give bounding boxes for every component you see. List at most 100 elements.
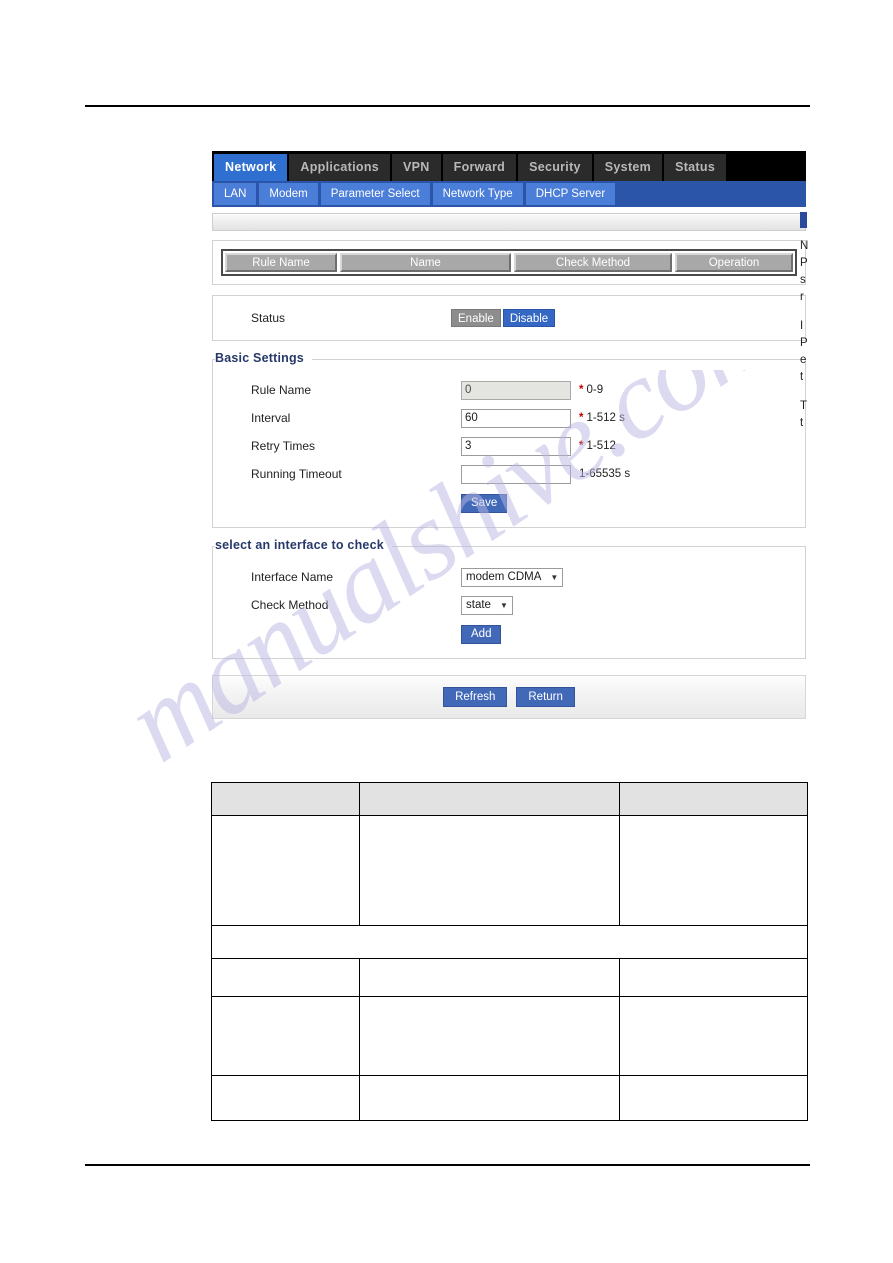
form-row-retry-times: Retry Times *1-512 xyxy=(213,432,805,460)
refresh-button[interactable]: Refresh xyxy=(443,687,508,707)
interval-label: Interval xyxy=(251,411,291,425)
rule-name-input[interactable] xyxy=(461,380,571,400)
check-method-label: Check Method xyxy=(251,598,329,612)
table-cell xyxy=(211,996,360,1076)
interface-name-select[interactable]: modem CDMA ▼ xyxy=(461,567,564,587)
main-tab-status[interactable]: Status xyxy=(664,154,727,181)
table-cell xyxy=(358,815,621,926)
retry-times-input[interactable] xyxy=(461,436,571,456)
main-tab-security[interactable]: Security xyxy=(518,154,592,181)
form-row-rule-name: Rule Name *0-9 xyxy=(213,376,805,404)
table-cell xyxy=(358,1075,621,1121)
status-panel: Status Enable Disable xyxy=(212,295,806,341)
table-cell xyxy=(619,996,808,1076)
table-cell xyxy=(211,1075,360,1121)
interval-hint-text: 1-512 s xyxy=(586,412,625,424)
table-cell xyxy=(358,996,621,1076)
page-rule-top xyxy=(85,105,810,107)
rules-header-rule-name[interactable]: Rule Name xyxy=(225,253,337,272)
table-row xyxy=(211,815,808,926)
sub-tab-lan[interactable]: LAN xyxy=(214,183,257,205)
sub-tab-dhcp-server[interactable]: DHCP Server xyxy=(525,183,616,205)
table-cell xyxy=(358,958,621,997)
basic-settings-section: Basic Settings Rule Name *0-9 Interval *… xyxy=(212,351,806,528)
required-asterisk: * xyxy=(579,440,584,452)
rules-header-check-method[interactable]: Check Method xyxy=(514,253,672,272)
sub-tab-network-type[interactable]: Network Type xyxy=(432,183,523,205)
rule-name-hint: * 0-9 xyxy=(579,384,603,396)
table-row xyxy=(211,925,808,959)
basic-settings-button-row: Save xyxy=(213,494,805,513)
interface-name-value: modem CDMA xyxy=(466,570,542,583)
rule-name-label: Rule Name xyxy=(251,383,312,397)
table-row xyxy=(211,958,808,997)
table-cell xyxy=(211,815,360,926)
check-method-select[interactable]: state ▼ xyxy=(461,595,513,615)
router-web-ui: Network Applications VPN Forward Security Sys… xyxy=(212,151,806,719)
form-row-interval: Interval *1-512 s xyxy=(213,404,805,432)
required-asterisk: * xyxy=(579,412,584,424)
help-column: N P s r I P e t T t xyxy=(800,212,893,444)
check-method-value: state xyxy=(466,598,491,611)
table-cell xyxy=(619,1075,808,1121)
interface-check-legend: select an interface to check xyxy=(215,538,392,552)
documentation-table xyxy=(211,782,808,1121)
retry-times-label: Retry Times xyxy=(251,439,316,453)
main-tab-vpn[interactable]: VPN xyxy=(392,154,441,181)
add-button[interactable]: Add xyxy=(461,625,502,644)
main-navigation: Network Applications VPN Forward Security Sys… xyxy=(212,151,806,181)
sub-tab-modem[interactable]: Modem xyxy=(259,183,318,205)
table-cell xyxy=(619,815,808,926)
interface-button-row: Add xyxy=(213,625,805,644)
save-button[interactable]: Save xyxy=(461,494,508,513)
footer-button-bar: Refresh Return xyxy=(212,675,806,719)
sub-navigation: LAN Modem Parameter Select Network Type DHCP… xyxy=(212,181,806,207)
help-paragraph: N P s r xyxy=(800,240,809,303)
chevron-down-icon: ▼ xyxy=(550,572,559,582)
form-row-running-timeout: Running Timeout 1-65535 s xyxy=(213,460,805,488)
rule-name-hint-text: 0-9 xyxy=(586,384,604,396)
main-tab-applications[interactable]: Applications xyxy=(289,154,391,181)
status-label: Status xyxy=(251,311,286,325)
status-disable-button[interactable]: Disable xyxy=(502,309,556,327)
required-asterisk: * xyxy=(579,384,584,396)
form-row-check-method: Check Method state ▼ xyxy=(213,591,805,619)
retry-times-hint-text: 1-512 xyxy=(586,440,616,452)
running-timeout-hint-text: 1-65535 s xyxy=(579,468,631,480)
chevron-down-icon: ▼ xyxy=(499,600,508,610)
table-cell xyxy=(211,925,808,959)
return-button[interactable]: Return xyxy=(516,687,575,707)
rules-header-name[interactable]: Name xyxy=(340,253,511,272)
help-accent-bar xyxy=(800,212,807,228)
table-row xyxy=(211,996,808,1076)
help-paragraph: T t xyxy=(800,400,808,429)
rules-table: Rule Name Name Check Method Operation xyxy=(221,249,797,276)
sub-tab-parameter-select[interactable]: Parameter Select xyxy=(320,183,430,205)
table-row xyxy=(211,782,808,816)
status-enable-button[interactable]: Enable xyxy=(451,309,501,327)
running-timeout-input[interactable] xyxy=(461,464,571,484)
main-tab-system[interactable]: System xyxy=(593,154,663,181)
interface-check-section: select an interface to check Interface N… xyxy=(212,538,806,659)
table-cell xyxy=(211,782,360,816)
rules-table-panel: Rule Name Name Check Method Operation xyxy=(212,240,806,285)
table-cell xyxy=(358,782,621,816)
main-tab-forward[interactable]: Forward xyxy=(442,154,517,181)
table-cell xyxy=(619,958,808,997)
running-timeout-label: Running Timeout xyxy=(251,467,342,481)
basic-settings-legend: Basic Settings xyxy=(215,351,312,365)
main-tab-network[interactable]: Network xyxy=(214,154,288,181)
documentation-table-body xyxy=(211,782,808,1121)
toolbar-strip xyxy=(212,213,806,231)
retry-times-hint: * 1-512 xyxy=(579,440,616,452)
rules-header-operation[interactable]: Operation xyxy=(675,253,793,272)
interface-name-label: Interface Name xyxy=(251,570,334,584)
table-cell xyxy=(211,958,360,997)
form-row-interface-name: Interface Name modem CDMA ▼ xyxy=(213,563,805,591)
interval-input[interactable] xyxy=(461,408,571,428)
interval-hint: * 1-512 s xyxy=(579,412,625,424)
page-rule-bottom xyxy=(85,1164,810,1166)
table-cell xyxy=(619,782,808,816)
table-row xyxy=(211,1075,808,1121)
help-paragraph: I P e t xyxy=(800,320,808,383)
